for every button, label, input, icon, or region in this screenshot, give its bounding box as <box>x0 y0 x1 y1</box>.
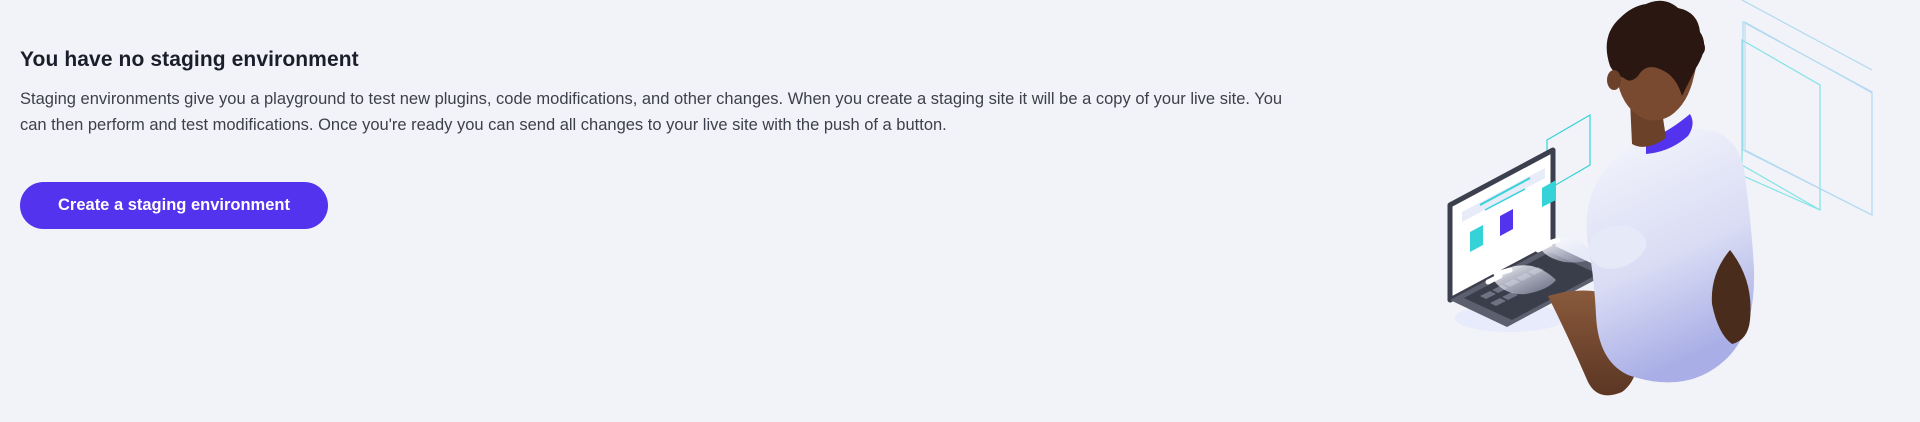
empty-state-title: You have no staging environment <box>20 48 359 71</box>
create-staging-environment-button[interactable]: Create a staging environment <box>20 182 328 229</box>
wireframe-panels <box>1740 0 1873 216</box>
person-with-laptop-illustration <box>1447 0 1873 396</box>
empty-state-content: You have no staging environment Staging … <box>20 46 1310 229</box>
staging-empty-state: You have no staging environment Staging … <box>0 0 1920 422</box>
teal-wire-panel <box>1741 38 1821 212</box>
blue-wire-panel-back <box>1742 20 1873 216</box>
empty-state-description: Staging environments give you a playgrou… <box>20 90 1283 134</box>
